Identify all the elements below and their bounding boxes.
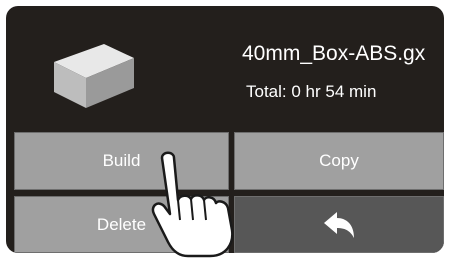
back-button[interactable] — [234, 196, 444, 253]
print-time-total: Total: 0 hr 54 min — [246, 82, 377, 101]
file-name: 40mm_Box-ABS.gx — [242, 42, 426, 65]
build-button-label: Build — [102, 151, 141, 170]
box-3d-icon — [54, 44, 134, 108]
copy-button[interactable]: Copy — [234, 132, 444, 190]
copy-button-label: Copy — [319, 151, 359, 170]
delete-button-label: Delete — [96, 214, 147, 234]
back-arrow-icon — [324, 211, 354, 238]
pointing-hand-icon — [151, 151, 234, 258]
